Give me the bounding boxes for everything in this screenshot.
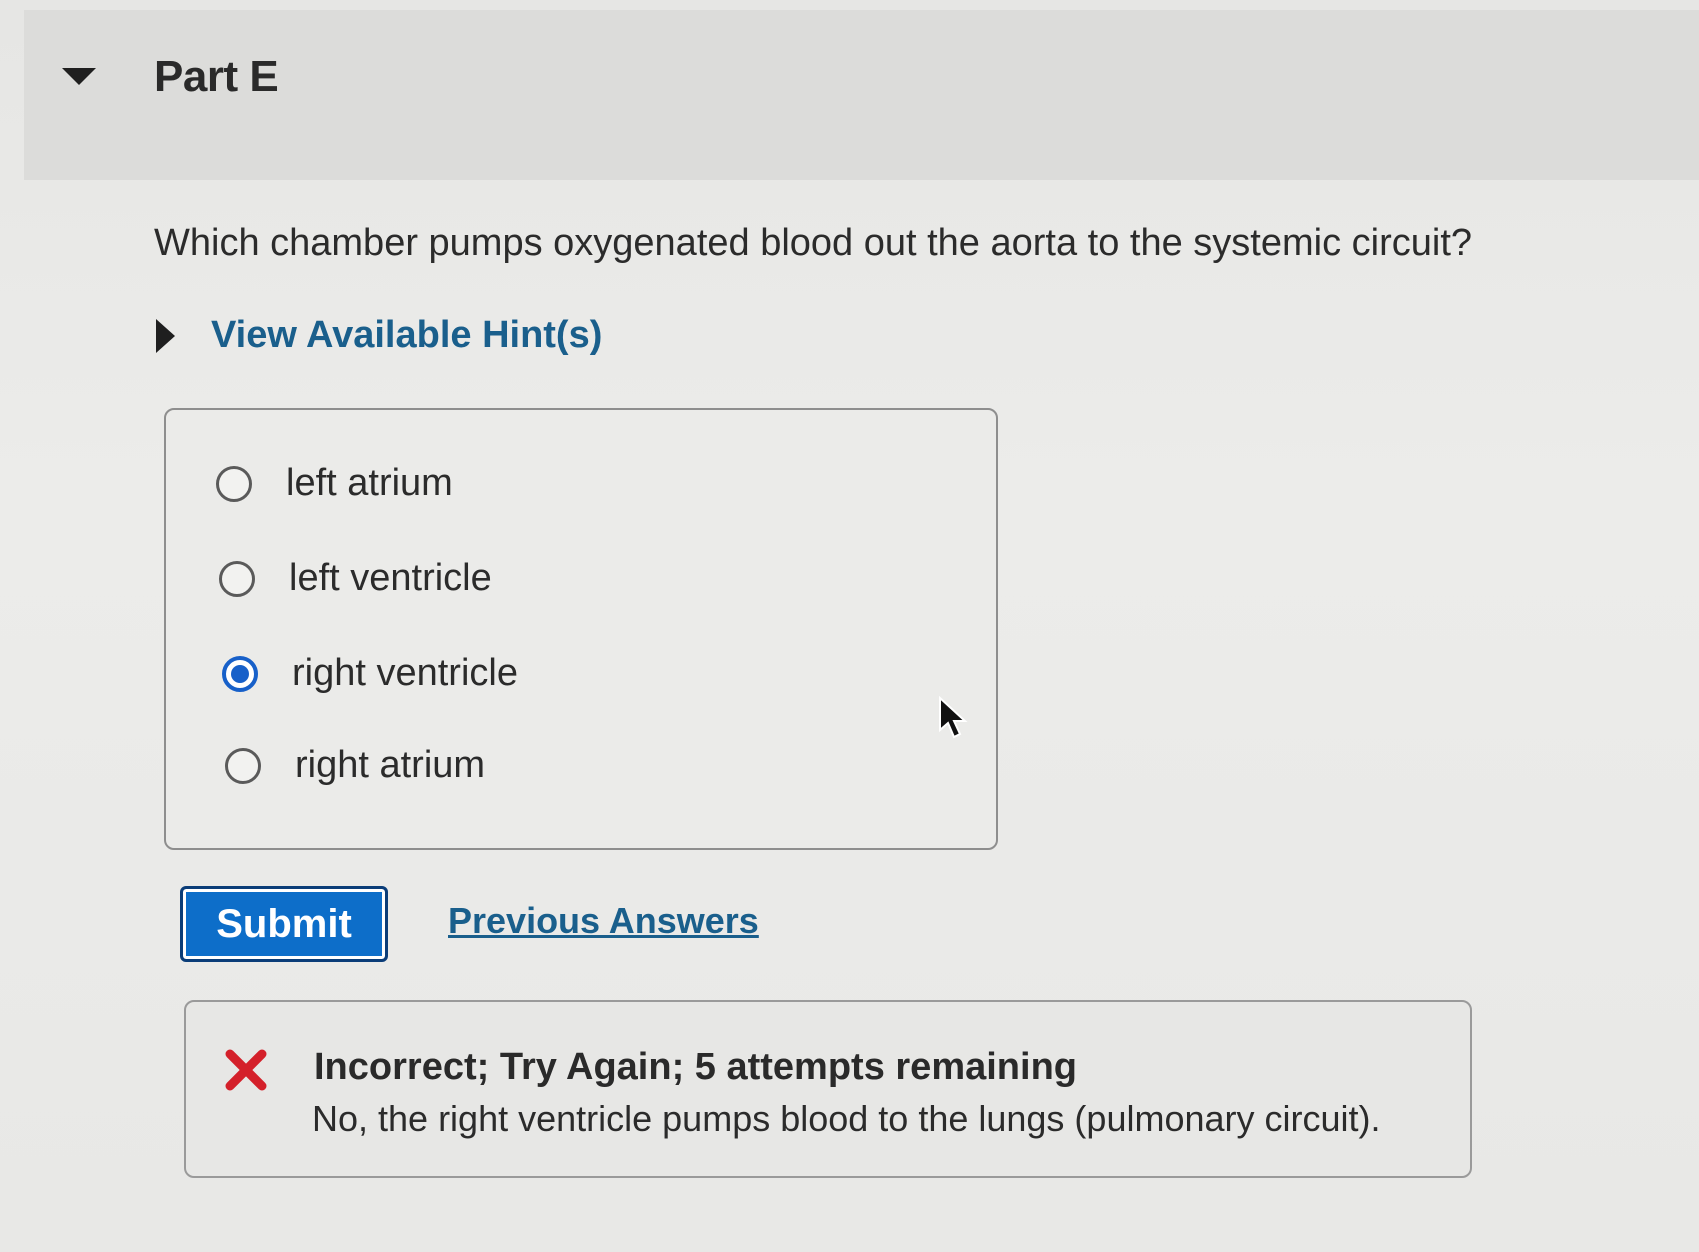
radio-button[interactable] xyxy=(219,560,255,597)
radio-button-selected[interactable] xyxy=(222,655,258,692)
option-right-ventricle[interactable]: right ventricle xyxy=(222,652,518,695)
option-label: left atrium xyxy=(286,462,453,504)
answer-options: left atrium left ventricle right ventric… xyxy=(164,408,998,850)
feedback-message: No, the right ventricle pumps blood to t… xyxy=(312,1098,1381,1139)
option-label: right ventricle xyxy=(292,652,518,694)
page: Part E Which chamber pumps oxygenated bl… xyxy=(0,0,1699,1252)
part-title: Part E xyxy=(154,52,279,101)
feedback-panel: Incorrect; Try Again; 5 attempts remaini… xyxy=(184,1000,1472,1178)
feedback-title: Incorrect; Try Again; 5 attempts remaini… xyxy=(314,1046,1077,1088)
collapse-caret-icon[interactable] xyxy=(62,68,96,85)
expand-caret-icon xyxy=(156,318,175,353)
x-mark-icon xyxy=(225,1049,267,1091)
option-label: right atrium xyxy=(295,744,486,786)
view-hints-toggle[interactable]: View Available Hint(s) xyxy=(156,314,602,357)
option-label: left ventricle xyxy=(289,557,492,599)
radio-button[interactable] xyxy=(216,465,252,502)
option-right-atrium[interactable]: right atrium xyxy=(225,744,485,787)
view-hints-link[interactable]: View Available Hint(s) xyxy=(211,314,602,357)
question-text: Which chamber pumps oxygenated blood out… xyxy=(154,222,1473,264)
option-left-atrium[interactable]: left atrium xyxy=(216,462,453,505)
option-left-ventricle[interactable]: left ventricle xyxy=(219,557,492,600)
mouse-pointer-icon xyxy=(939,696,968,739)
previous-answers-link[interactable]: Previous Answers xyxy=(448,900,759,942)
submit-button[interactable]: Submit xyxy=(180,886,388,962)
radio-button[interactable] xyxy=(225,747,261,784)
